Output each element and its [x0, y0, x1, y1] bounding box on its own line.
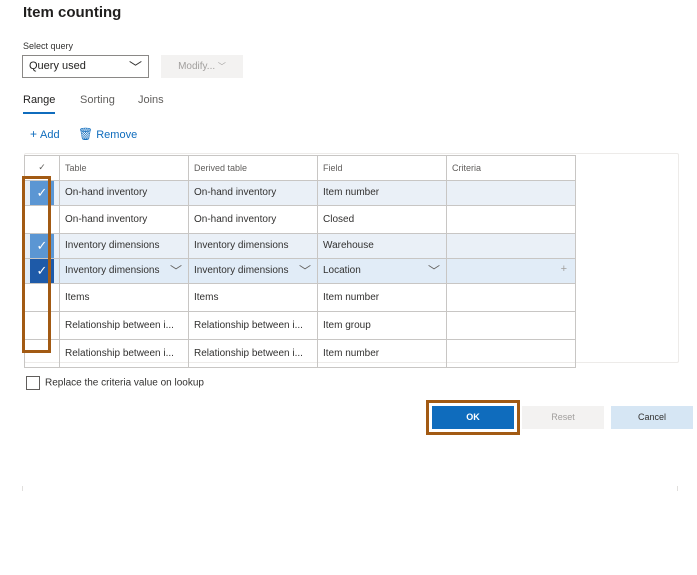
derived-table-cell[interactable]: Inventory dimensions [188, 232, 318, 259]
criteria-cell[interactable] [446, 310, 576, 340]
table-row[interactable]: Relationship between i... Relationship b… [24, 338, 576, 368]
query-select[interactable]: Query used ﹀ [22, 55, 149, 78]
divider-tick [677, 486, 678, 491]
row-checkbox[interactable] [24, 338, 60, 368]
column-header-table[interactable]: Table [59, 155, 189, 181]
chevron-down-icon: ﹀ [298, 263, 311, 278]
divider-tick [22, 486, 23, 491]
field-cell[interactable]: Item number [317, 179, 447, 206]
derived-table-cell[interactable]: Relationship between i... [188, 310, 318, 340]
replace-criteria-checkbox[interactable]: Replace the criteria value on lookup [26, 376, 204, 390]
field-cell[interactable]: Closed [317, 204, 447, 234]
field-cell[interactable]: Item number [317, 282, 447, 312]
query-select-value: Query used [29, 60, 86, 72]
table-dropdown[interactable]: Inventory dimensions ﹀ [59, 257, 189, 284]
chevron-down-icon: ﹀ [427, 263, 440, 278]
modify-button[interactable]: Modify... ﹀ [161, 55, 243, 78]
checkmark-icon: ✓ [30, 234, 54, 257]
table-row[interactable]: Items Items Item number [24, 282, 576, 312]
range-grid: ✓ Table Derived table Field Criteria ✓ O… [24, 155, 576, 368]
table-row[interactable]: ✓ On-hand inventory On-hand inventory It… [24, 179, 576, 206]
table-row[interactable]: ✓ Inventory dimensions Inventory dimensi… [24, 232, 576, 259]
derived-table-cell[interactable]: Relationship between i... [188, 338, 318, 368]
checkbox-icon [26, 376, 40, 390]
criteria-cell[interactable] [446, 338, 576, 368]
tab-range[interactable]: Range [23, 94, 56, 114]
derived-table-cell[interactable]: On-hand inventory [188, 204, 318, 234]
chevron-down-icon: ﹀ [128, 60, 142, 75]
field-dropdown[interactable]: Location ﹀ [317, 257, 447, 284]
row-checkbox[interactable]: ✓ [24, 257, 60, 284]
table-cell[interactable]: On-hand inventory [59, 179, 189, 206]
table-cell[interactable]: Relationship between i... [59, 310, 189, 340]
table-cell[interactable]: Items [59, 282, 189, 312]
chevron-down-icon: ﹀ [217, 62, 226, 71]
derived-table-cell[interactable]: Items [188, 282, 318, 312]
remove-button[interactable]: 🗑 Remove [78, 127, 137, 141]
derived-table-dropdown[interactable]: Inventory dimensions ﹀ [188, 257, 318, 284]
table-cell[interactable]: On-hand inventory [59, 204, 189, 234]
trash-icon: 🗑 [78, 127, 94, 141]
grid-header-row: ✓ Table Derived table Field Criteria [24, 155, 576, 181]
row-checkbox[interactable] [24, 204, 60, 234]
add-button[interactable]: + Add [30, 127, 60, 141]
lookup-icon[interactable]: + [561, 263, 567, 275]
table-row[interactable]: On-hand inventory On-hand inventory Clos… [24, 204, 576, 234]
checkmark-icon: ✓ [30, 181, 54, 204]
chevron-down-icon: ﹀ [169, 263, 182, 278]
column-header-criteria[interactable]: Criteria [446, 155, 576, 181]
select-query-label: Select query [23, 41, 74, 51]
criteria-cell[interactable] [446, 204, 576, 234]
criteria-cell[interactable] [446, 232, 576, 259]
cancel-button[interactable]: Cancel [611, 406, 693, 429]
row-checkbox[interactable]: ✓ [24, 232, 60, 259]
column-header-derived-table[interactable]: Derived table [188, 155, 318, 181]
field-cell[interactable]: Item number [317, 338, 447, 368]
criteria-cell[interactable] [446, 282, 576, 312]
row-checkbox[interactable]: ✓ [24, 179, 60, 206]
column-header-field[interactable]: Field [317, 155, 447, 181]
table-row[interactable]: Relationship between i... Relationship b… [24, 310, 576, 340]
reset-button[interactable]: Reset [522, 406, 604, 429]
criteria-cell[interactable] [446, 179, 576, 206]
page-title: Item counting [23, 4, 122, 21]
tab-sorting[interactable]: Sorting [80, 94, 115, 106]
table-cell[interactable]: Relationship between i... [59, 338, 189, 368]
row-checkbox[interactable] [24, 282, 60, 312]
derived-table-cell[interactable]: On-hand inventory [188, 179, 318, 206]
row-checkbox[interactable] [24, 310, 60, 340]
field-cell[interactable]: Item group [317, 310, 447, 340]
table-cell[interactable]: Inventory dimensions [59, 232, 189, 259]
checkmark-icon: ✓ [30, 259, 54, 282]
tab-joins[interactable]: Joins [138, 94, 164, 106]
plus-icon: + [30, 127, 38, 141]
table-row-active[interactable]: ✓ Inventory dimensions ﹀ Inventory dimens… [24, 257, 576, 284]
ok-button[interactable]: OK [432, 406, 514, 429]
criteria-input[interactable]: + [446, 257, 576, 284]
field-cell[interactable]: Warehouse [317, 232, 447, 259]
select-all-checkbox[interactable]: ✓ [24, 155, 60, 181]
